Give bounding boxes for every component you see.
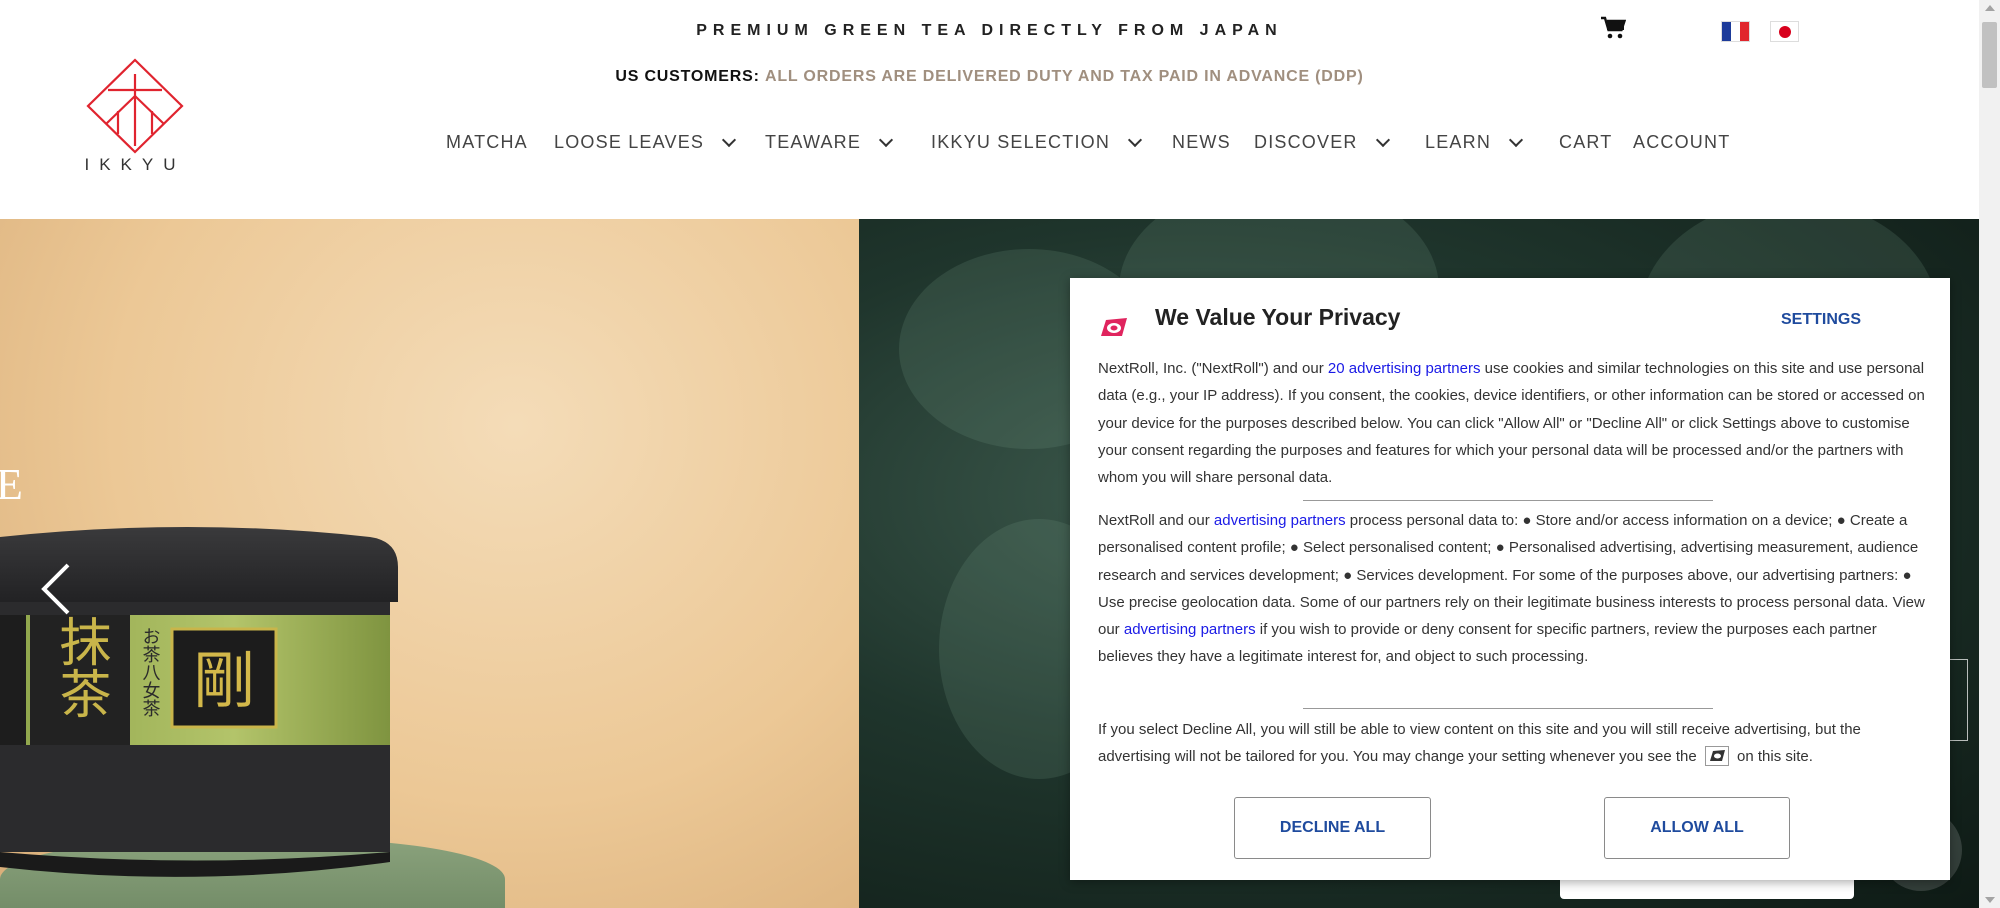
- nav-item-news[interactable]: NEWS: [1172, 132, 1231, 153]
- decline-all-button[interactable]: DECLINE ALL: [1234, 797, 1431, 859]
- page-scrollbar[interactable]: [1979, 0, 2000, 908]
- slider-prev-arrow[interactable]: [36, 559, 76, 619]
- nav-item-teaware[interactable]: TEAWARE: [765, 132, 894, 153]
- nextroll-settings-icon[interactable]: [1704, 746, 1729, 767]
- japan-flag-icon[interactable]: [1770, 21, 1799, 42]
- advertising-partners-link-2[interactable]: advertising partners: [1124, 621, 1256, 638]
- advertising-partners-link[interactable]: advertising partners: [1214, 512, 1346, 529]
- shipping-notice: US CUSTOMERS: ALL ORDERS ARE DELIVERED D…: [0, 68, 1979, 86]
- nav-item-matcha[interactable]: MATCHA: [446, 132, 528, 153]
- chevron-down-icon: [879, 132, 894, 148]
- scroll-thumb[interactable]: [1982, 22, 1997, 88]
- nav-item-discover[interactable]: DISCOVER: [1254, 132, 1390, 153]
- tin-kanji: 剛: [193, 644, 255, 717]
- shipping-notice-text: ALL ORDERS ARE DELIVERED DUTY AND TAX PA…: [764, 68, 1364, 85]
- scroll-up-icon[interactable]: [1985, 5, 1995, 11]
- advertising-partners-count-link[interactable]: 20 advertising partners: [1328, 360, 1481, 377]
- nav-item-ikkyu-selection[interactable]: IKKYU SELECTION: [931, 132, 1143, 153]
- scroll-down-icon[interactable]: [1985, 897, 1995, 903]
- hero-edge-letter: E: [0, 460, 23, 509]
- site-header: PREMIUM GREEN TEA DIRECTLY FROM JAPAN US…: [0, 0, 1979, 219]
- cart-icon[interactable]: [1600, 16, 1626, 40]
- shipping-notice-lead: US CUSTOMERS:: [615, 68, 760, 85]
- chevron-down-icon: [1375, 132, 1390, 148]
- nav-item-account[interactable]: ACCOUNT: [1633, 132, 1730, 153]
- divider: [1303, 708, 1713, 709]
- chevron-down-icon: [722, 132, 737, 148]
- chevron-down-icon: [1127, 132, 1143, 148]
- privacy-paragraph-2: NextRoll and our advertising partners pr…: [1098, 512, 1925, 666]
- logo-text: IKKYU: [84, 155, 186, 174]
- nav-item-learn[interactable]: LEARN: [1425, 132, 1524, 153]
- tin-side-text: お茶八女茶: [140, 627, 161, 717]
- allow-all-button[interactable]: ALLOW ALL: [1604, 797, 1790, 859]
- france-flag-icon[interactable]: [1721, 21, 1750, 42]
- tin-label: 抹茶: [50, 615, 110, 719]
- privacy-paragraph-3: If you select Decline All, you will stil…: [1098, 721, 1861, 767]
- privacy-title: We Value Your Privacy: [1155, 304, 1401, 330]
- nav-item-loose-leaves[interactable]: LOOSE LEAVES: [554, 132, 737, 153]
- header-tagline: PREMIUM GREEN TEA DIRECTLY FROM JAPAN: [696, 22, 1283, 39]
- divider: [1303, 500, 1713, 501]
- nav-item-cart[interactable]: CART: [1559, 132, 1612, 153]
- privacy-consent-dialog: We Value Your Privacy SETTINGS NextRoll,…: [1070, 278, 1950, 880]
- nextroll-logo-icon: [1101, 318, 1127, 336]
- settings-link[interactable]: SETTINGS: [1781, 311, 1861, 329]
- privacy-paragraph-1: NextRoll, Inc. ("NextRoll") and our 20 a…: [1098, 360, 1925, 487]
- chevron-down-icon: [1508, 132, 1524, 148]
